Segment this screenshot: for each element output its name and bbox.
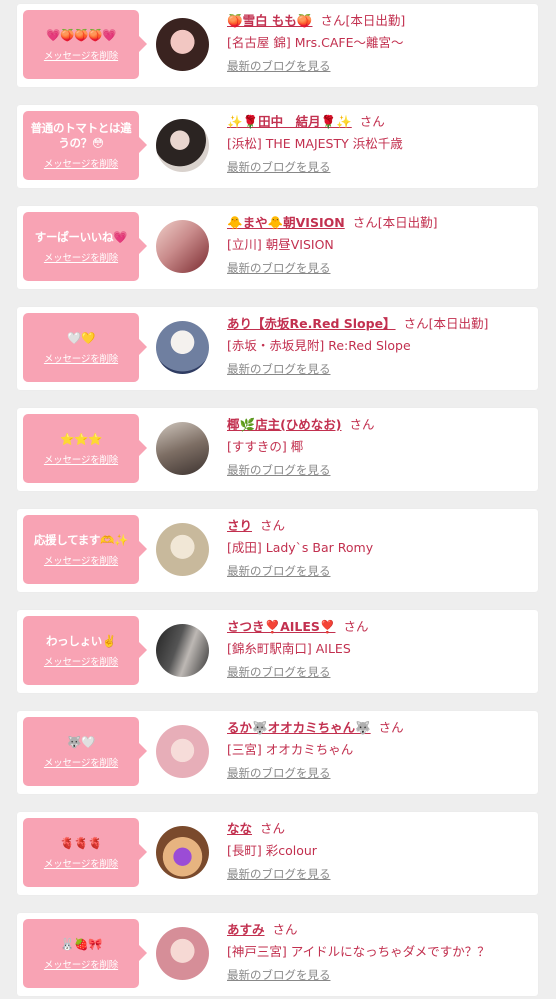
delete-message-link[interactable]: メッセージを削除 [44, 156, 118, 170]
latest-blog-link[interactable]: 最新のブログを見る [227, 462, 532, 478]
message-bubble: 応援してます🫶✨ メッセージを削除 [23, 515, 147, 584]
shop-info: [錦糸町駅南口] AILES [227, 641, 351, 656]
delete-message-link[interactable]: メッセージを削除 [44, 654, 118, 668]
honorific: さん [272, 922, 298, 937]
message-text: わっしょい✌️ [45, 633, 117, 648]
status-badge: [本日出勤] [428, 316, 489, 331]
latest-blog-link[interactable]: 最新のブログを見る [227, 260, 532, 276]
message-card: 応援してます🫶✨ メッセージを削除 さり さん [成田] Lady`s Bar R… [17, 509, 538, 592]
girl-name-link[interactable]: さり [227, 518, 252, 533]
honorific: さん [260, 518, 286, 533]
message-bubble: 🤍💛 メッセージを削除 [23, 313, 147, 382]
delete-message-link[interactable]: メッセージを削除 [44, 856, 118, 870]
message-card: 普通のトマトとは違うの？😳 メッセージを削除 ✨🌹田中 結月🌹✨ さん [浜松] … [17, 105, 538, 188]
message-text: 🐰🍓🎀 [59, 936, 103, 951]
message-bubble: 🐰🍓🎀 メッセージを削除 [23, 919, 147, 988]
message-bubble: 🫀🫀🫀 メッセージを削除 [23, 818, 147, 887]
girl-name-link[interactable]: あり【赤坂Re.Red Slope】 [227, 316, 396, 331]
message-text: 🤍💛 [66, 330, 96, 345]
delete-message-link[interactable]: メッセージを削除 [44, 48, 118, 62]
honorific: さん [349, 417, 375, 432]
message-text: 🫀🫀🫀 [59, 835, 103, 850]
shop-info: [名古屋 錦] Mrs.CAFE〜離宮〜 [227, 35, 404, 50]
delete-message-link[interactable]: メッセージを削除 [44, 452, 118, 466]
shop-info: [三宮] オオカミちゃん [227, 742, 354, 757]
avatar[interactable] [156, 826, 209, 879]
latest-blog-link[interactable]: 最新のブログを見る [227, 664, 532, 680]
latest-blog-link[interactable]: 最新のブログを見る [227, 159, 532, 175]
honorific: さん [359, 114, 385, 129]
shop-info: [すすきの] 椰 [227, 439, 304, 454]
honorific: さん [352, 215, 378, 230]
message-text: ⭐️⭐️⭐️ [59, 431, 103, 446]
avatar[interactable] [156, 624, 209, 677]
message-card: わっしょい✌️ メッセージを削除 さつき❣️AILES❣️ さん [錦糸町駅南口]… [17, 610, 538, 693]
message-card: 🐰🍓🎀 メッセージを削除 あすみ さん [神戸三宮] アイドルになっちゃダメですか… [17, 913, 538, 996]
avatar[interactable] [156, 119, 209, 172]
girl-name-link[interactable]: 🐥まや🐥朝VISION [227, 215, 345, 230]
shop-info: [赤坂・赤坂見附] Re:Red Slope [227, 338, 411, 353]
shop-info: [成田] Lady`s Bar Romy [227, 540, 374, 555]
girl-name-link[interactable]: なな [227, 821, 252, 836]
avatar[interactable] [156, 523, 209, 576]
girl-name-link[interactable]: るか🐺オオカミちゃん🐺 [227, 720, 371, 735]
avatar[interactable] [156, 321, 209, 374]
message-card: 💗🍑🍑🍑💗 メッセージを削除 🍑雪白 もも🍑 さん[本日出勤] [名古屋 錦] M… [17, 4, 538, 87]
message-bubble: 普通のトマトとは違うの？😳 メッセージを削除 [23, 111, 147, 180]
message-bubble: すーぱーいいね💗 メッセージを削除 [23, 212, 147, 281]
delete-message-link[interactable]: メッセージを削除 [44, 250, 118, 264]
latest-blog-link[interactable]: 最新のブログを見る [227, 967, 532, 983]
delete-message-link[interactable]: メッセージを削除 [44, 755, 118, 769]
status-badge: [本日出勤] [377, 215, 438, 230]
message-card: すーぱーいいね💗 メッセージを削除 🐥まや🐥朝VISION さん[本日出勤] [立… [17, 206, 538, 289]
shop-info: [長町] 彩colour [227, 843, 317, 858]
girl-name-link[interactable]: 椰🌿店主(ひめなお) [227, 417, 342, 432]
latest-blog-link[interactable]: 最新のブログを見る [227, 361, 532, 377]
message-card: 🫀🫀🫀 メッセージを削除 なな さん [長町] 彩colour 最新のブログを見る [17, 812, 538, 895]
message-text: 応援してます🫶✨ [33, 532, 129, 547]
message-bubble: 💗🍑🍑🍑💗 メッセージを削除 [23, 10, 147, 79]
girl-name-link[interactable]: さつき❣️AILES❣️ [227, 619, 335, 634]
shop-info: [浜松] THE MAJESTY 浜松千歳 [227, 136, 403, 151]
avatar[interactable] [156, 927, 209, 980]
honorific: さん [403, 316, 429, 331]
message-text: 普通のトマトとは違うの？😳 [30, 121, 132, 150]
shop-info: [神戸三宮] アイドルになっちゃダメですか？？ [227, 944, 490, 959]
latest-blog-link[interactable]: 最新のブログを見る [227, 563, 532, 579]
latest-blog-link[interactable]: 最新のブログを見る [227, 866, 532, 882]
girl-name-link[interactable]: 🍑雪白 もも🍑 [227, 13, 312, 28]
avatar[interactable] [156, 725, 209, 778]
message-text: 🐺🤍 [66, 734, 96, 749]
girl-name-link[interactable]: ✨🌹田中 結月🌹✨ [227, 114, 352, 129]
delete-message-link[interactable]: メッセージを削除 [44, 553, 118, 567]
shop-info: [立川] 朝昼VISION [227, 237, 334, 252]
message-text: すーぱーいいね💗 [34, 229, 128, 244]
message-bubble: ⭐️⭐️⭐️ メッセージを削除 [23, 414, 147, 483]
avatar[interactable] [156, 220, 209, 273]
message-card: 🤍💛 メッセージを削除 あり【赤坂Re.Red Slope】 さん[本日出勤] [… [17, 307, 538, 390]
message-bubble: 🐺🤍 メッセージを削除 [23, 717, 147, 786]
message-text: 💗🍑🍑🍑💗 [45, 27, 117, 42]
latest-blog-link[interactable]: 最新のブログを見る [227, 58, 532, 74]
honorific: さん [260, 821, 286, 836]
avatar[interactable] [156, 422, 209, 475]
honorific: さん [320, 13, 346, 28]
message-card: ⭐️⭐️⭐️ メッセージを削除 椰🌿店主(ひめなお) さん [すすきの] 椰 最新… [17, 408, 538, 491]
message-card: 🐺🤍 メッセージを削除 るか🐺オオカミちゃん🐺 さん [三宮] オオカミちゃん 最… [17, 711, 538, 794]
honorific: さん [343, 619, 369, 634]
message-bubble: わっしょい✌️ メッセージを削除 [23, 616, 147, 685]
delete-message-link[interactable]: メッセージを削除 [44, 957, 118, 971]
delete-message-link[interactable]: メッセージを削除 [44, 351, 118, 365]
honorific: さん [378, 720, 404, 735]
latest-blog-link[interactable]: 最新のブログを見る [227, 765, 532, 781]
avatar[interactable] [156, 18, 209, 71]
girl-name-link[interactable]: あすみ [227, 922, 265, 937]
status-badge: [本日出勤] [345, 13, 406, 28]
